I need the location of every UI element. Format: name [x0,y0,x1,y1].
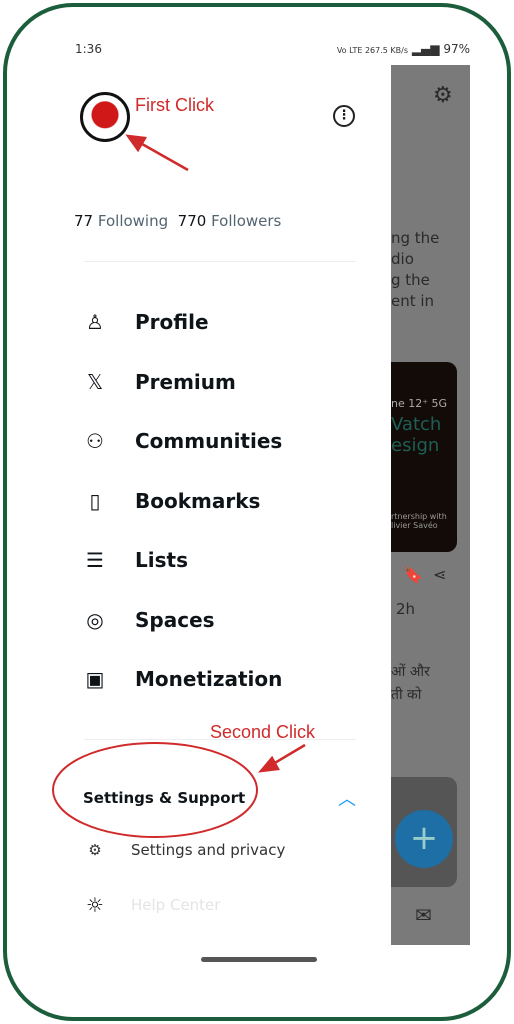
arrowhead-first [125,134,148,153]
arrow-first [134,138,189,172]
arrowhead-second [257,755,280,773]
annotation-marks [52,134,306,838]
home-indicator[interactable] [201,957,317,962]
circle-second [52,742,258,838]
